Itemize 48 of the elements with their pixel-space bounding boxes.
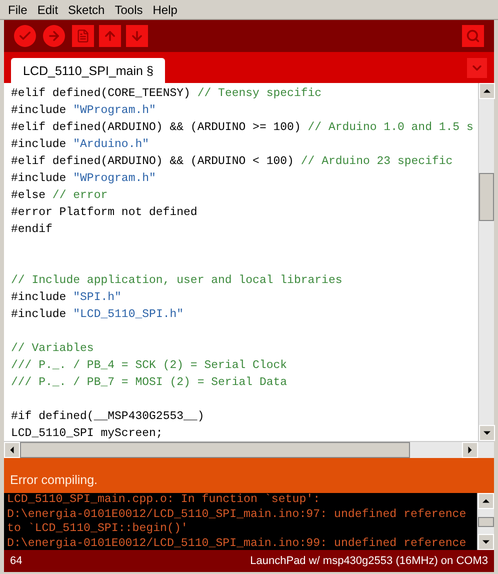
vertical-scrollbar[interactable]	[477, 493, 494, 550]
search-icon	[466, 29, 480, 43]
status-message: Error compiling.	[10, 473, 98, 487]
code-line: #endif	[11, 222, 54, 238]
code-line: // Variables	[11, 341, 95, 357]
console-line: D:\energia-0101E0012/LCD_5110_SPI_main.ino:99: undefined reference	[7, 536, 468, 550]
code-line: #else // error	[11, 188, 109, 204]
menu-item[interactable]: Help	[148, 2, 182, 16]
document-icon	[76, 29, 90, 43]
code-line: // Include application, user and local libraries	[11, 273, 344, 289]
vertical-scrollbar[interactable]	[478, 83, 494, 441]
verify-button[interactable]	[14, 25, 36, 47]
code-line: #elif defined(ARDUINO) && (ARDUINO >= 100) // Arduino 1.0 and 1.5 s	[11, 120, 474, 136]
scrollbar-thumb[interactable]	[479, 173, 494, 221]
line-number: 64	[10, 555, 22, 567]
code-line: #if defined(__MSP430G2553__)	[11, 409, 206, 425]
console-line: to `LCD_5110_SPI::begin()'	[7, 522, 189, 536]
file-tab[interactable]: LCD_5110_SPI_main §	[11, 58, 166, 83]
menu-item[interactable]: Sketch	[63, 2, 110, 16]
horizontal-scrollbar[interactable]	[4, 441, 494, 458]
new-button[interactable]	[72, 25, 94, 47]
code-line: #error Platform not defined	[11, 205, 198, 221]
save-button[interactable]	[126, 25, 148, 47]
code-line: #elif defined(CORE_TEENSY) // Teensy specific	[11, 86, 323, 102]
serial-monitor-button[interactable]	[462, 25, 484, 47]
code-line: #include "Arduino.h"	[11, 137, 150, 153]
code-line: LCD_5110_SPI myScreen;	[11, 426, 164, 441]
menu-item[interactable]: File	[3, 2, 32, 16]
code-line: #elif defined(ARDUINO) && (ARDUINO < 100) // Arduino 23 specific	[11, 154, 454, 170]
code-line: #include "LCD_5110_SPI.h"	[11, 307, 185, 323]
console-line: LCD_5110_SPI_main.cpp.o: In function `setup':	[7, 493, 322, 508]
code-line: #include "SPI.h"	[11, 290, 122, 306]
menu-item[interactable]: Tools	[110, 2, 148, 16]
board-info: LaunchPad w/ msp430g2553 (16MHz) on COM3	[250, 555, 488, 567]
code-line: #include "WProgram.h"	[11, 171, 157, 187]
check-icon	[18, 29, 32, 43]
code-line: #include "WProgram.h"	[11, 103, 157, 119]
scrollbar-thumb[interactable]	[20, 442, 410, 458]
menu-item[interactable]: Edit	[32, 2, 64, 16]
tab-menu-button[interactable]	[467, 58, 487, 78]
code-line: /// P._. / PB_7 = MOSI (2) = Serial Data	[11, 375, 288, 391]
code-line: /// P._. / PB_4 = SCK (2) = Serial Clock	[11, 358, 288, 374]
open-button[interactable]	[99, 25, 121, 47]
upload-button[interactable]	[43, 25, 65, 47]
scrollbar-thumb[interactable]	[478, 516, 494, 526]
arrow-right-icon	[47, 29, 61, 43]
console-line: D:\energia-0101E0012/LCD_5110_SPI_main.ino:97: undefined reference	[7, 508, 468, 522]
arrow-up-icon	[103, 29, 117, 43]
